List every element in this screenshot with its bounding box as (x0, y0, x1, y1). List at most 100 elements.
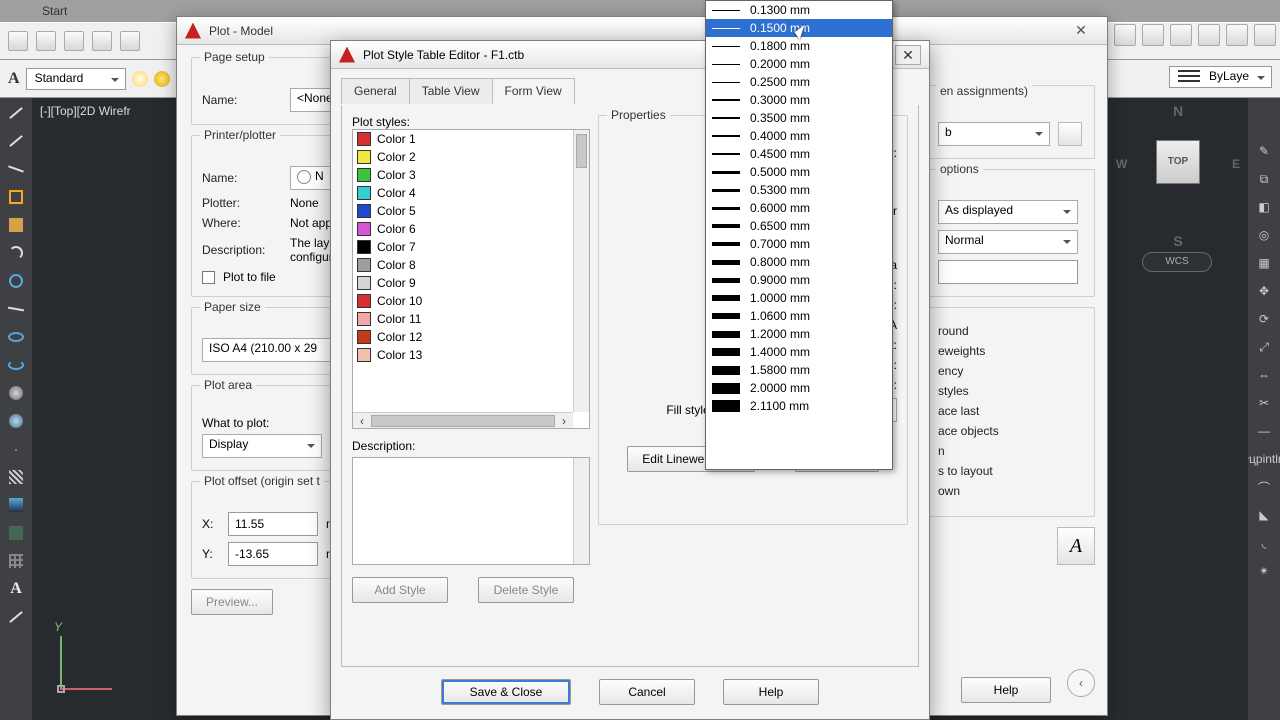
rotate-icon[interactable]: ⟳ (1253, 308, 1275, 330)
cloud-tool-icon[interactable] (5, 382, 27, 404)
plot-option-item[interactable]: n (938, 444, 1084, 458)
offset-icon[interactable]: ◎ (1253, 224, 1275, 246)
plot-to-file-checkbox[interactable] (202, 271, 215, 284)
point-tool-icon[interactable]: · (5, 438, 27, 460)
lineweight-option[interactable]: 0.5000 mm (706, 163, 892, 181)
lineweight-option[interactable]: 2.1100 mm (706, 397, 892, 415)
scrollbar-vertical[interactable] (573, 130, 589, 412)
plot-option-item[interactable]: ency (938, 364, 1084, 378)
plot-option-item[interactable]: own (938, 484, 1084, 498)
dim-tool-icon[interactable] (1198, 24, 1220, 46)
plot-option-item[interactable]: ace last (938, 404, 1084, 418)
sphere-tool-icon[interactable] (5, 410, 27, 432)
bulb-icon[interactable] (132, 71, 148, 87)
dim-tool-icon[interactable] (1226, 24, 1248, 46)
lineweight-option[interactable]: 0.3500 mm (706, 109, 892, 127)
polyline-tool-icon[interactable] (5, 158, 27, 180)
dim-tool-icon[interactable] (1170, 24, 1192, 46)
lineweight-option[interactable]: 1.5800 mm (706, 361, 892, 379)
lineweight-option[interactable]: 0.8000 mm (706, 253, 892, 271)
view-cube[interactable]: N W E TOP S WCS (1118, 106, 1238, 266)
viewcube-east[interactable]: E (1232, 158, 1240, 170)
lineweight-option[interactable]: 0.4000 mm (706, 127, 892, 145)
scale-icon[interactable]: ⤢ (1253, 336, 1275, 358)
dpi-input[interactable] (938, 260, 1078, 284)
cancel-button[interactable]: Cancel (599, 679, 695, 705)
delete-style-button[interactable]: Delete Style (478, 577, 574, 603)
lineweight-option[interactable]: 0.6500 mm (706, 217, 892, 235)
offset-x-input[interactable] (228, 512, 318, 536)
sun-icon[interactable] (154, 71, 170, 87)
offset-y-input[interactable] (228, 542, 318, 566)
plot-icon[interactable] (120, 31, 140, 51)
new-icon[interactable] (8, 31, 28, 51)
rectangle-tool-icon[interactable] (5, 214, 27, 236)
ctb-combo[interactable]: b (938, 122, 1050, 146)
save-close-button[interactable]: Save & Close (441, 679, 571, 705)
circle-tool-icon[interactable] (5, 270, 27, 292)
extra-tool-icon[interactable] (5, 606, 27, 628)
tab-table-view[interactable]: Table View (409, 78, 493, 104)
arc-tool-icon[interactable] (5, 242, 27, 264)
plot-style-item[interactable]: Color 7 (353, 238, 573, 256)
line-tool-icon[interactable] (5, 102, 27, 124)
preview-button[interactable]: Preview... (191, 589, 273, 615)
break-icon[interactable]: �црintlnb (1253, 448, 1275, 470)
plot-style-item[interactable]: Color 1 (353, 130, 573, 148)
plot-style-item[interactable]: Color 5 (353, 202, 573, 220)
xline-tool-icon[interactable] (5, 130, 27, 152)
table-tool-icon[interactable] (5, 550, 27, 572)
help-button[interactable]: Help (961, 677, 1051, 703)
tab-general[interactable]: General (341, 78, 410, 104)
plot-style-item[interactable]: Color 4 (353, 184, 573, 202)
quality-combo[interactable]: Normal (938, 230, 1078, 254)
close-icon[interactable]: ✕ (895, 45, 921, 65)
hatch-tool-icon[interactable] (5, 466, 27, 488)
lineweight-dropdown[interactable]: 0.1300 mm0.1500 mm0.1800 mm0.2000 mm0.25… (705, 0, 893, 470)
lineweight-option[interactable]: 0.9000 mm (706, 271, 892, 289)
move-icon[interactable]: ✥ (1253, 280, 1275, 302)
lineweight-option[interactable]: 1.2000 mm (706, 325, 892, 343)
trim-icon[interactable]: ✂ (1253, 392, 1275, 414)
dim-tool-icon[interactable] (1254, 24, 1276, 46)
textstyle-combo[interactable]: Standard (26, 68, 126, 90)
lineweight-option[interactable]: 0.3000 mm (706, 91, 892, 109)
lineweight-option[interactable]: 0.2000 mm (706, 55, 892, 73)
orientation-icon[interactable]: A (1057, 527, 1095, 565)
bylayer-combo[interactable]: ByLaye (1169, 66, 1272, 88)
plot-style-item[interactable]: Color 13 (353, 346, 573, 364)
viewcube-top[interactable]: TOP (1156, 140, 1200, 184)
save-icon[interactable] (64, 31, 84, 51)
lineweight-option[interactable]: 2.0000 mm (706, 379, 892, 397)
pen-icon[interactable]: ✎ (1253, 140, 1275, 162)
ellipse-arc-tool-icon[interactable] (5, 354, 27, 376)
plot-option-item[interactable]: eweights (938, 344, 1084, 358)
lineweight-option[interactable]: 0.5300 mm (706, 181, 892, 199)
add-style-button[interactable]: Add Style (352, 577, 448, 603)
dim-tool-icon[interactable] (1142, 24, 1164, 46)
open-icon[interactable] (36, 31, 56, 51)
plot-style-item[interactable]: Color 11 (353, 310, 573, 328)
what-to-plot-combo[interactable]: Display (202, 434, 322, 458)
polygon-tool-icon[interactable] (5, 186, 27, 208)
lineweight-option[interactable]: 0.6000 mm (706, 199, 892, 217)
plot-style-item[interactable]: Color 12 (353, 328, 573, 346)
print-icon[interactable] (92, 31, 112, 51)
plot-style-item[interactable]: Color 8 (353, 256, 573, 274)
mirror-icon[interactable]: ◧ (1253, 196, 1275, 218)
expand-dialog-icon[interactable]: ‹ (1067, 669, 1095, 697)
viewcube-north[interactable]: N (1118, 104, 1238, 118)
extend-icon[interactable]: — (1253, 420, 1275, 442)
lineweight-option[interactable]: 1.0000 mm (706, 289, 892, 307)
lineweight-option[interactable]: 1.0600 mm (706, 307, 892, 325)
help-button[interactable]: Help (723, 679, 819, 705)
text-tool-icon[interactable]: A (5, 578, 27, 600)
scrollbar-vertical[interactable] (573, 458, 589, 564)
plot-style-item[interactable]: Color 3 (353, 166, 573, 184)
lineweight-option[interactable]: 0.1300 mm (706, 1, 892, 19)
ellipse-tool-icon[interactable] (5, 326, 27, 348)
spline-tool-icon[interactable] (5, 298, 27, 320)
plot-option-item[interactable]: round (938, 324, 1084, 338)
scrollbar-horizontal[interactable]: ‹› (353, 412, 573, 428)
array-icon[interactable]: ▦ (1253, 252, 1275, 274)
